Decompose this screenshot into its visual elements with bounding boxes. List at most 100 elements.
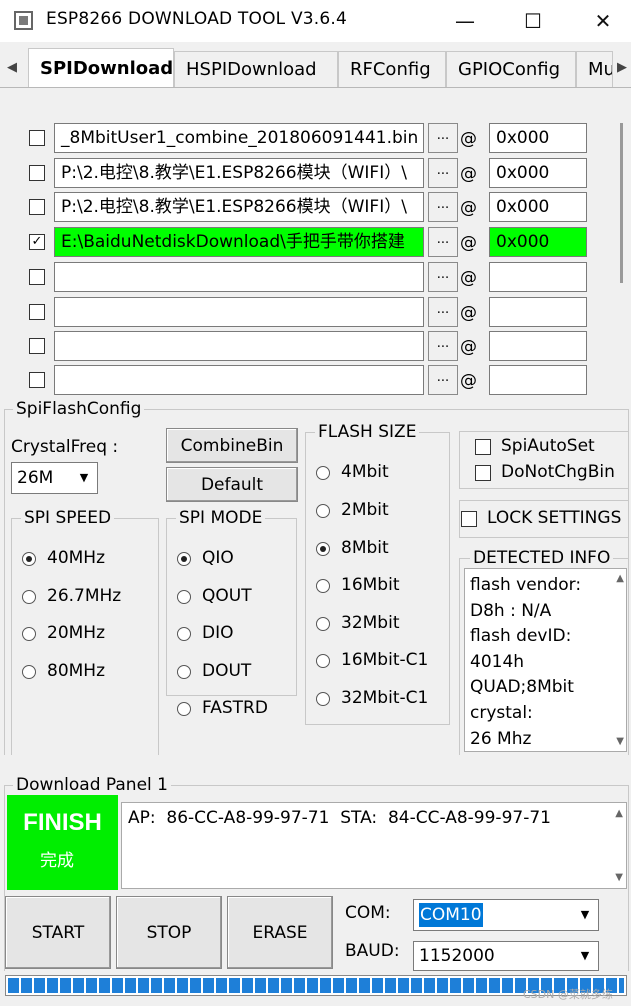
tab-strip: ◀ SPIDownload HSPIDownload RFConfig GPIO…: [0, 46, 631, 88]
file-enable-checkbox[interactable]: ✓: [29, 234, 45, 250]
flash-size-radio[interactable]: [316, 542, 330, 556]
scroll-down-icon[interactable]: ▼: [615, 872, 623, 883]
lock-settings-checkbox[interactable]: [461, 511, 477, 527]
at-label: @: [460, 337, 477, 357]
file-enable-checkbox[interactable]: [29, 199, 45, 215]
file-path-field[interactable]: P:\2.电控\8.教学\E1.ESP8266模块（WIFI）\: [54, 192, 424, 222]
file-path-field[interactable]: E:\BaiduNetdiskDownload\手把手带你搭建: [54, 227, 424, 257]
detected-info-line: D8h : N/A: [470, 600, 552, 621]
spi-speed-label: SPI SPEED: [21, 508, 115, 528]
browse-button[interactable]: ...: [428, 123, 458, 153]
crystal-freq-label: CrystalFreq :: [11, 437, 119, 457]
file-enable-checkbox[interactable]: [29, 165, 45, 181]
file-path-field[interactable]: [54, 365, 424, 395]
maximize-button[interactable]: ☐: [508, 0, 558, 42]
spi-speed-radio[interactable]: [22, 627, 36, 641]
file-path-field[interactable]: [54, 262, 424, 292]
address-field[interactable]: [489, 331, 587, 361]
spi-mode-option-label: QIO: [202, 548, 234, 568]
browse-button[interactable]: ...: [428, 158, 458, 188]
default-button[interactable]: Default: [166, 467, 298, 502]
tab-rfconfig[interactable]: RFConfig: [338, 51, 446, 87]
tab-spidownload[interactable]: SPIDownload: [28, 48, 174, 87]
file-path-field[interactable]: [54, 297, 424, 327]
start-button[interactable]: START: [5, 896, 111, 969]
file-row: _8MbitUser1_combine_201806091441.bin... @…: [4, 123, 629, 153]
at-label: @: [460, 164, 477, 184]
address-field[interactable]: 0x000: [489, 227, 587, 257]
scroll-down-icon[interactable]: ▼: [616, 736, 624, 747]
browse-button[interactable]: ...: [428, 365, 458, 395]
erase-button[interactable]: ERASE: [227, 896, 333, 969]
flash-size-radio[interactable]: [316, 654, 330, 668]
flash-size-radio[interactable]: [316, 504, 330, 518]
at-label: @: [460, 233, 477, 253]
stop-button[interactable]: STOP: [116, 896, 222, 969]
address-field[interactable]: [489, 262, 587, 292]
flash-size-option-label: 32Mbit: [341, 613, 400, 633]
spi-mode-radio[interactable]: [177, 552, 191, 566]
spi-mode-radio[interactable]: [177, 702, 191, 716]
close-button[interactable]: ✕: [578, 0, 628, 42]
address-field[interactable]: [489, 297, 587, 327]
file-enable-checkbox[interactable]: [29, 304, 45, 320]
detected-info-box[interactable]: flash vendor: D8h : N/A flash devID: 4014h Q…: [464, 568, 627, 752]
browse-button[interactable]: ...: [428, 297, 458, 327]
spi-mode-radio[interactable]: [177, 627, 191, 641]
detected-info-line: flash devID:: [470, 626, 572, 647]
flash-size-radio[interactable]: [316, 692, 330, 706]
spi-auto-set-label: SpiAutoSet: [501, 436, 595, 456]
address-field[interactable]: [489, 365, 587, 395]
file-enable-checkbox[interactable]: [29, 338, 45, 354]
spi-speed-radio[interactable]: [22, 665, 36, 679]
tab-scroll-right-icon[interactable]: ▶: [614, 56, 630, 78]
file-enable-checkbox[interactable]: [29, 269, 45, 285]
crystal-freq-select[interactable]: 26M ▼: [11, 462, 98, 494]
chevron-down-icon: ▼: [580, 908, 590, 921]
scroll-up-icon[interactable]: ▲: [615, 808, 623, 819]
chevron-down-icon: ▼: [79, 471, 89, 484]
flash-size-radio[interactable]: [316, 466, 330, 480]
address-field[interactable]: 0x000: [489, 123, 587, 153]
address-field[interactable]: 0x000: [489, 158, 587, 188]
combine-bin-button[interactable]: CombineBin: [166, 428, 298, 463]
file-path-field[interactable]: P:\2.电控\8.教学\E1.ESP8266模块（WIFI）\: [54, 158, 424, 188]
file-path-field[interactable]: [54, 331, 424, 361]
flash-size-radio[interactable]: [316, 579, 330, 593]
browse-button[interactable]: ...: [428, 262, 458, 292]
lock-settings-label: LOCK SETTINGS: [487, 508, 622, 528]
spi-speed-radio[interactable]: [22, 552, 36, 566]
file-enable-checkbox[interactable]: [29, 372, 45, 388]
app-icon: [14, 11, 33, 30]
spi-auto-set-checkbox[interactable]: [475, 439, 491, 455]
address-field[interactable]: 0x000: [489, 192, 587, 222]
spi-mode-radio[interactable]: [177, 665, 191, 679]
detected-info-line: crystal:: [470, 702, 533, 723]
finish-label-cn: 完成: [40, 851, 74, 871]
mac-address-log: AP: 86-CC-A8-99-97-71 STA: 84-CC-A8-99-9…: [128, 808, 551, 828]
tab-gpioconfig[interactable]: GPIOConfig: [446, 51, 576, 87]
scroll-up-icon[interactable]: ▲: [616, 573, 624, 584]
baud-value: 1152000: [419, 946, 495, 966]
log-box[interactable]: AP: 86-CC-A8-99-97-71 STA: 84-CC-A8-99-9…: [121, 802, 627, 889]
spi-speed-radio[interactable]: [22, 590, 36, 604]
file-list-scrollbar[interactable]: [614, 93, 630, 393]
file-row: ... @: [4, 262, 629, 292]
do-not-chg-bin-checkbox[interactable]: [475, 465, 491, 481]
tab-scroll-left-icon[interactable]: ◀: [4, 56, 20, 78]
browse-button[interactable]: ...: [428, 192, 458, 222]
baud-select[interactable]: 1152000 ▼: [413, 941, 599, 971]
browse-button[interactable]: ...: [428, 227, 458, 257]
file-enable-checkbox[interactable]: [29, 130, 45, 146]
detected-info-line: flash vendor:: [470, 575, 582, 595]
tab-more[interactable]: Mu: [576, 51, 613, 87]
minimize-button[interactable]: —: [440, 0, 490, 42]
file-row: ✓ E:\BaiduNetdiskDownload\手把手带你搭建... @0x00…: [4, 227, 629, 257]
spi-mode-radio[interactable]: [177, 590, 191, 604]
com-select[interactable]: COM10 ▼: [413, 899, 599, 931]
tab-hspidownload[interactable]: HSPIDownload: [174, 51, 338, 87]
file-path-field[interactable]: _8MbitUser1_combine_201806091441.bin: [54, 123, 424, 153]
flash-size-radio[interactable]: [316, 617, 330, 631]
browse-button[interactable]: ...: [428, 331, 458, 361]
app-window: ESP8266 DOWNLOAD TOOL V3.6.4 — ☐ ✕ ◀ SPI…: [0, 0, 631, 1006]
